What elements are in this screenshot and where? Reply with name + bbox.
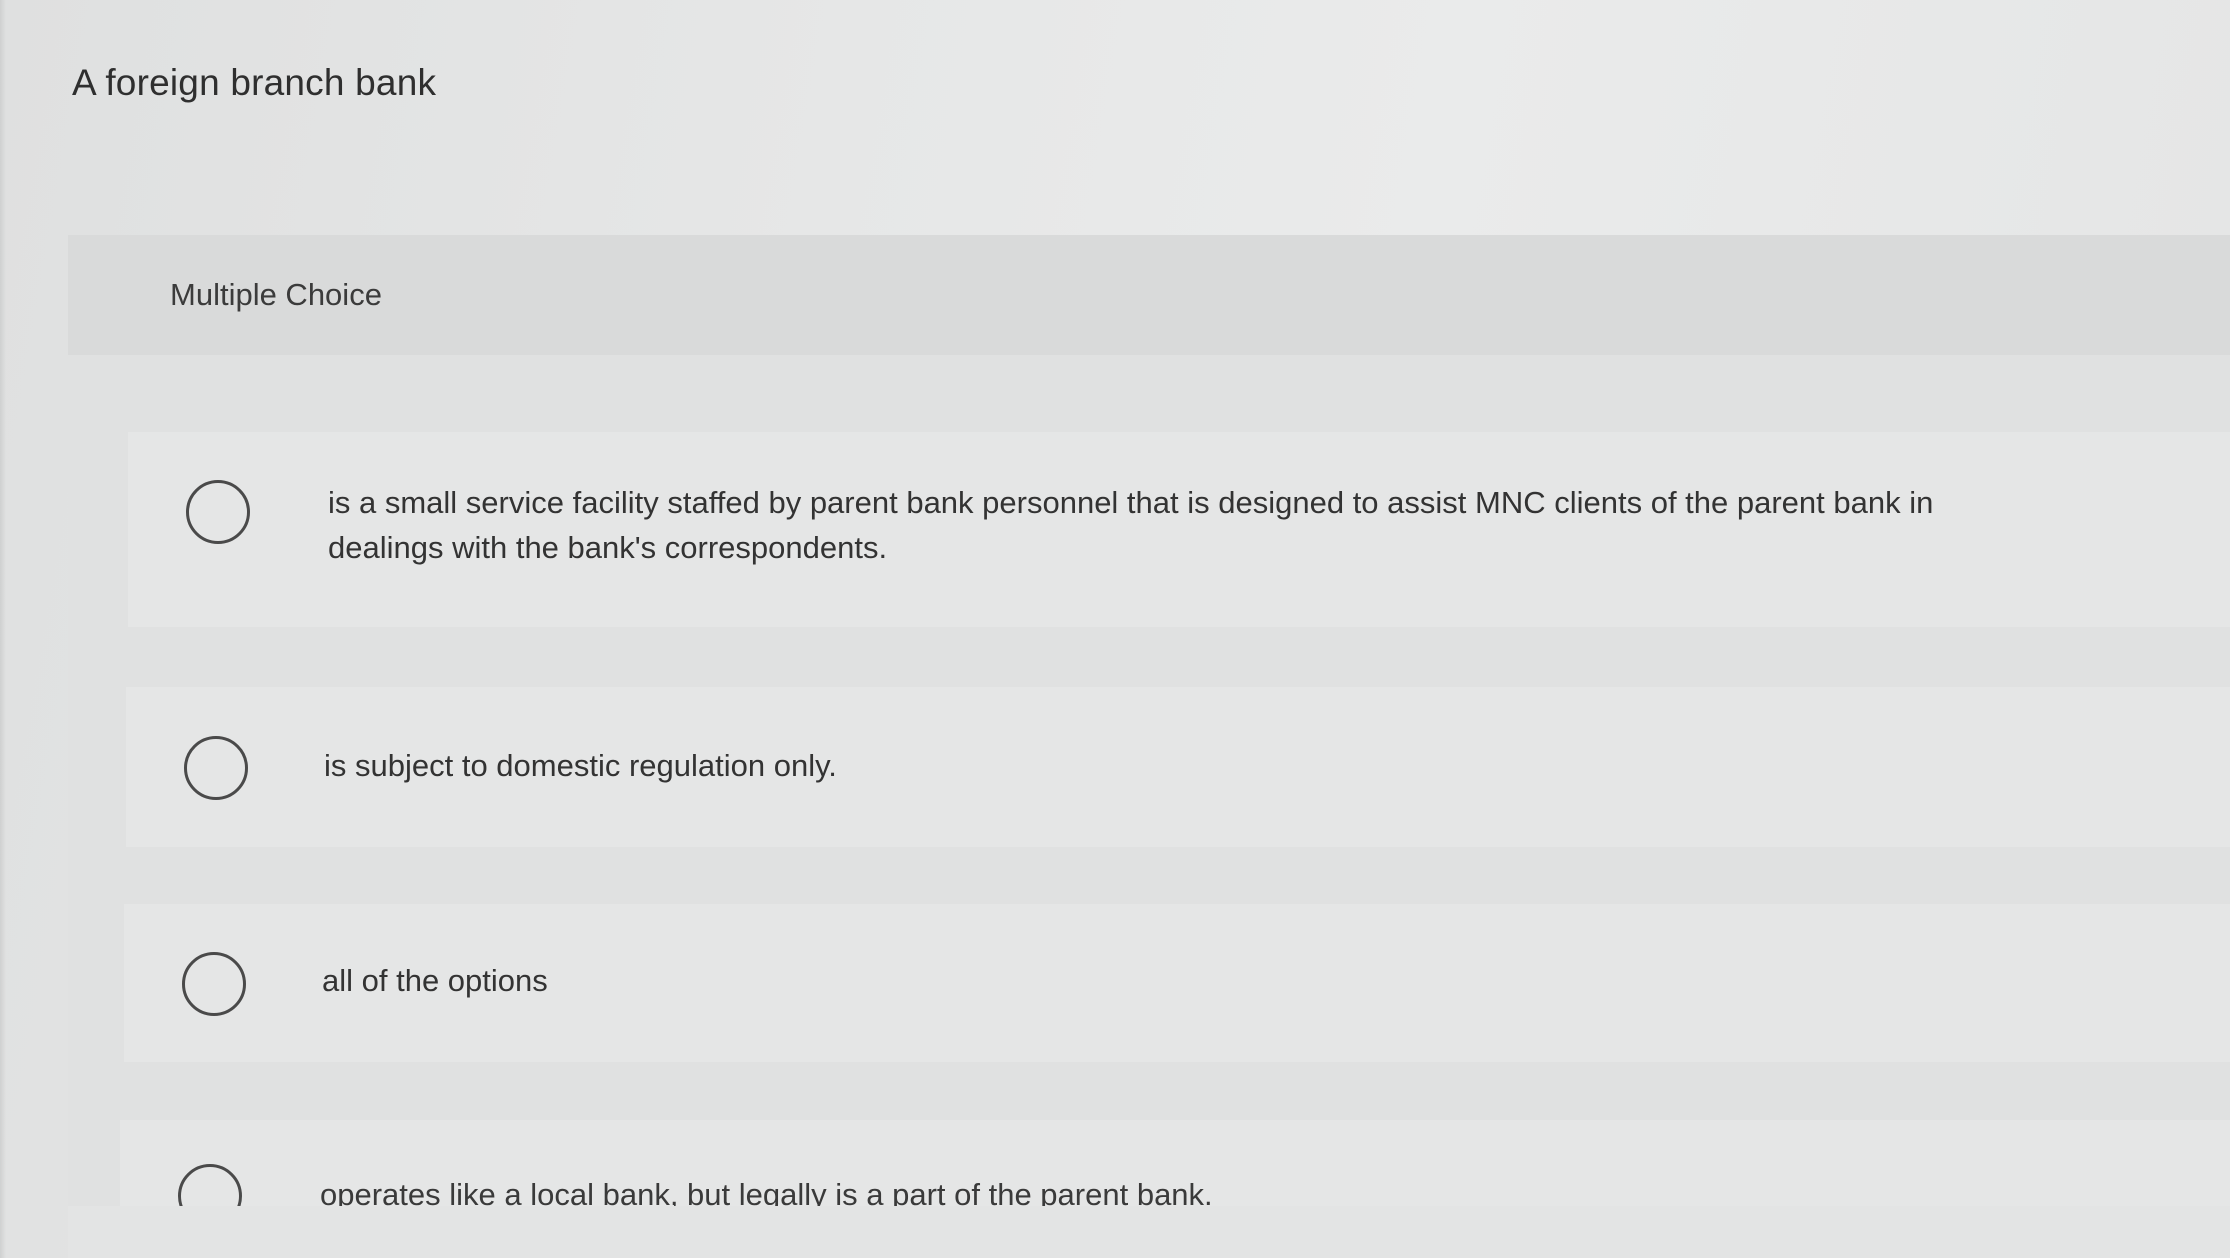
radio-button-icon[interactable]: [182, 952, 246, 1016]
choice-option-1[interactable]: is a small service facility staffed by p…: [128, 432, 2230, 627]
question-title: A foreign branch bank: [72, 62, 437, 103]
choice-text: is a small service facility staffed by p…: [328, 485, 1934, 565]
panel-footer-strip: [68, 1206, 2230, 1258]
question-type-header: Multiple Choice: [68, 235, 2230, 355]
radio-button-icon[interactable]: [178, 1164, 242, 1206]
choice-text: is subject to domestic regulation only.: [324, 748, 837, 783]
choices-list: is a small service facility staffed by p…: [68, 355, 2230, 1206]
choice-text: all of the options: [322, 963, 548, 998]
question-type-label: Multiple Choice: [170, 277, 382, 312]
choice-text: operates like a local bank, but legally …: [320, 1177, 1213, 1206]
choice-option-4[interactable]: operates like a local bank, but legally …: [120, 1120, 2230, 1206]
choice-option-3[interactable]: all of the options: [124, 904, 2230, 1062]
radio-button-icon[interactable]: [186, 480, 250, 544]
choice-option-2[interactable]: is subject to domestic regulation only.: [126, 687, 2230, 847]
radio-button-icon[interactable]: [184, 736, 248, 800]
multiple-choice-panel: Multiple Choice is a small service facil…: [68, 235, 2230, 1258]
page-edge-shadow: [0, 0, 6, 1258]
